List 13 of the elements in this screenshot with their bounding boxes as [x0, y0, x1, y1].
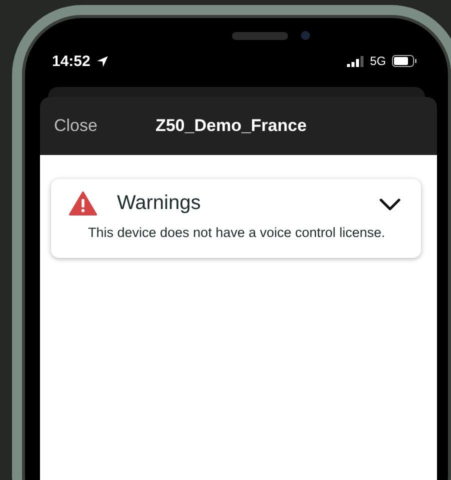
camera-dot — [301, 31, 310, 40]
battery-icon — [392, 55, 417, 67]
warning-icon — [69, 191, 97, 216]
speaker-grille — [232, 32, 288, 40]
location-arrow-icon — [96, 54, 110, 68]
network-label: 5G — [370, 54, 386, 68]
close-button[interactable]: Close — [54, 116, 98, 136]
signal-icon — [346, 56, 364, 66]
clock: 14:52 — [52, 52, 90, 70]
sheet-title: Z50_Demo_France — [155, 116, 307, 136]
warning-message: This device does not have a voice control license. — [88, 224, 386, 242]
warnings-title: Warnings — [117, 192, 202, 215]
chevron-icon[interactable] — [379, 196, 401, 210]
